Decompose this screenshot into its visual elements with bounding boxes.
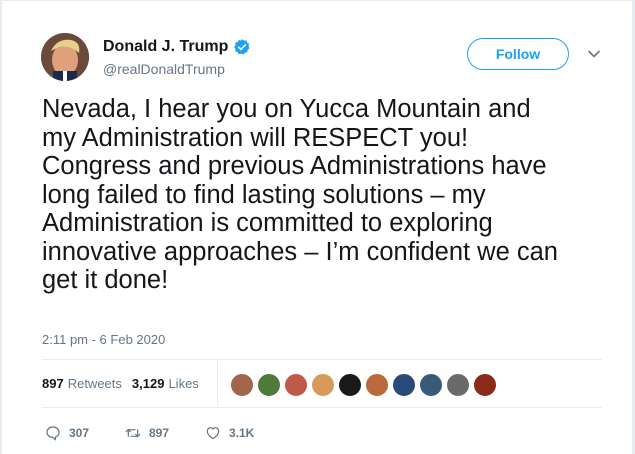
author-handle[interactable]: @realDonaldTrump (103, 61, 251, 77)
tweet-actions: 307 897 3.1K (45, 425, 254, 441)
author-name[interactable]: Donald J. Trump (103, 38, 228, 56)
chevron-down-icon[interactable] (587, 47, 601, 61)
tweet-text: Nevada, I hear you on Yucca Mountain and… (42, 95, 558, 294)
retweet-action-count: 897 (149, 426, 170, 440)
divider (42, 407, 602, 408)
retweet-label: Retweets (67, 376, 122, 391)
liker-avatar[interactable] (230, 373, 254, 397)
tweet-stats: 897 Retweets 3,129 Likes (42, 376, 199, 391)
liker-avatars (230, 373, 500, 397)
frame-left-border (0, 0, 2, 454)
retweet-button[interactable]: 897 (125, 425, 205, 441)
tweet-timestamp[interactable]: 2:11 pm - 6 Feb 2020 (42, 332, 165, 347)
liker-avatar[interactable] (473, 373, 497, 397)
author-name-row: Donald J. Trump (103, 37, 251, 57)
like-stat[interactable]: 3,129 Likes (132, 376, 199, 391)
liker-avatar[interactable] (338, 373, 362, 397)
heart-icon (206, 427, 220, 440)
liker-avatar[interactable] (446, 373, 470, 397)
like-count: 3,129 (131, 376, 165, 391)
verified-badge-icon (233, 38, 251, 56)
tweet-header: Donald J. Trump @realDonaldTrump Follow (41, 33, 611, 81)
divider (42, 359, 602, 360)
like-button[interactable]: 3.1K (205, 425, 254, 441)
liker-avatar[interactable] (257, 373, 281, 397)
retweet-icon (125, 428, 141, 438)
reply-button[interactable]: 307 (45, 425, 125, 441)
liker-avatar[interactable] (419, 373, 443, 397)
retweet-stat[interactable]: 897 Retweets (42, 376, 122, 391)
like-label: Likes (168, 376, 199, 391)
like-action-count: 3.1K (229, 426, 255, 440)
author-names: Donald J. Trump @realDonaldTrump (103, 37, 251, 77)
author-avatar[interactable] (41, 33, 89, 81)
stats-separator (217, 361, 218, 405)
follow-button[interactable]: Follow (467, 38, 569, 70)
reply-icon (46, 426, 60, 441)
reply-count: 307 (69, 426, 90, 440)
frame-top-border (0, 0, 635, 1)
liker-avatar[interactable] (392, 373, 416, 397)
retweet-count: 897 (42, 376, 64, 391)
liker-avatar[interactable] (365, 373, 389, 397)
liker-avatar[interactable] (284, 373, 308, 397)
liker-avatar[interactable] (311, 373, 335, 397)
